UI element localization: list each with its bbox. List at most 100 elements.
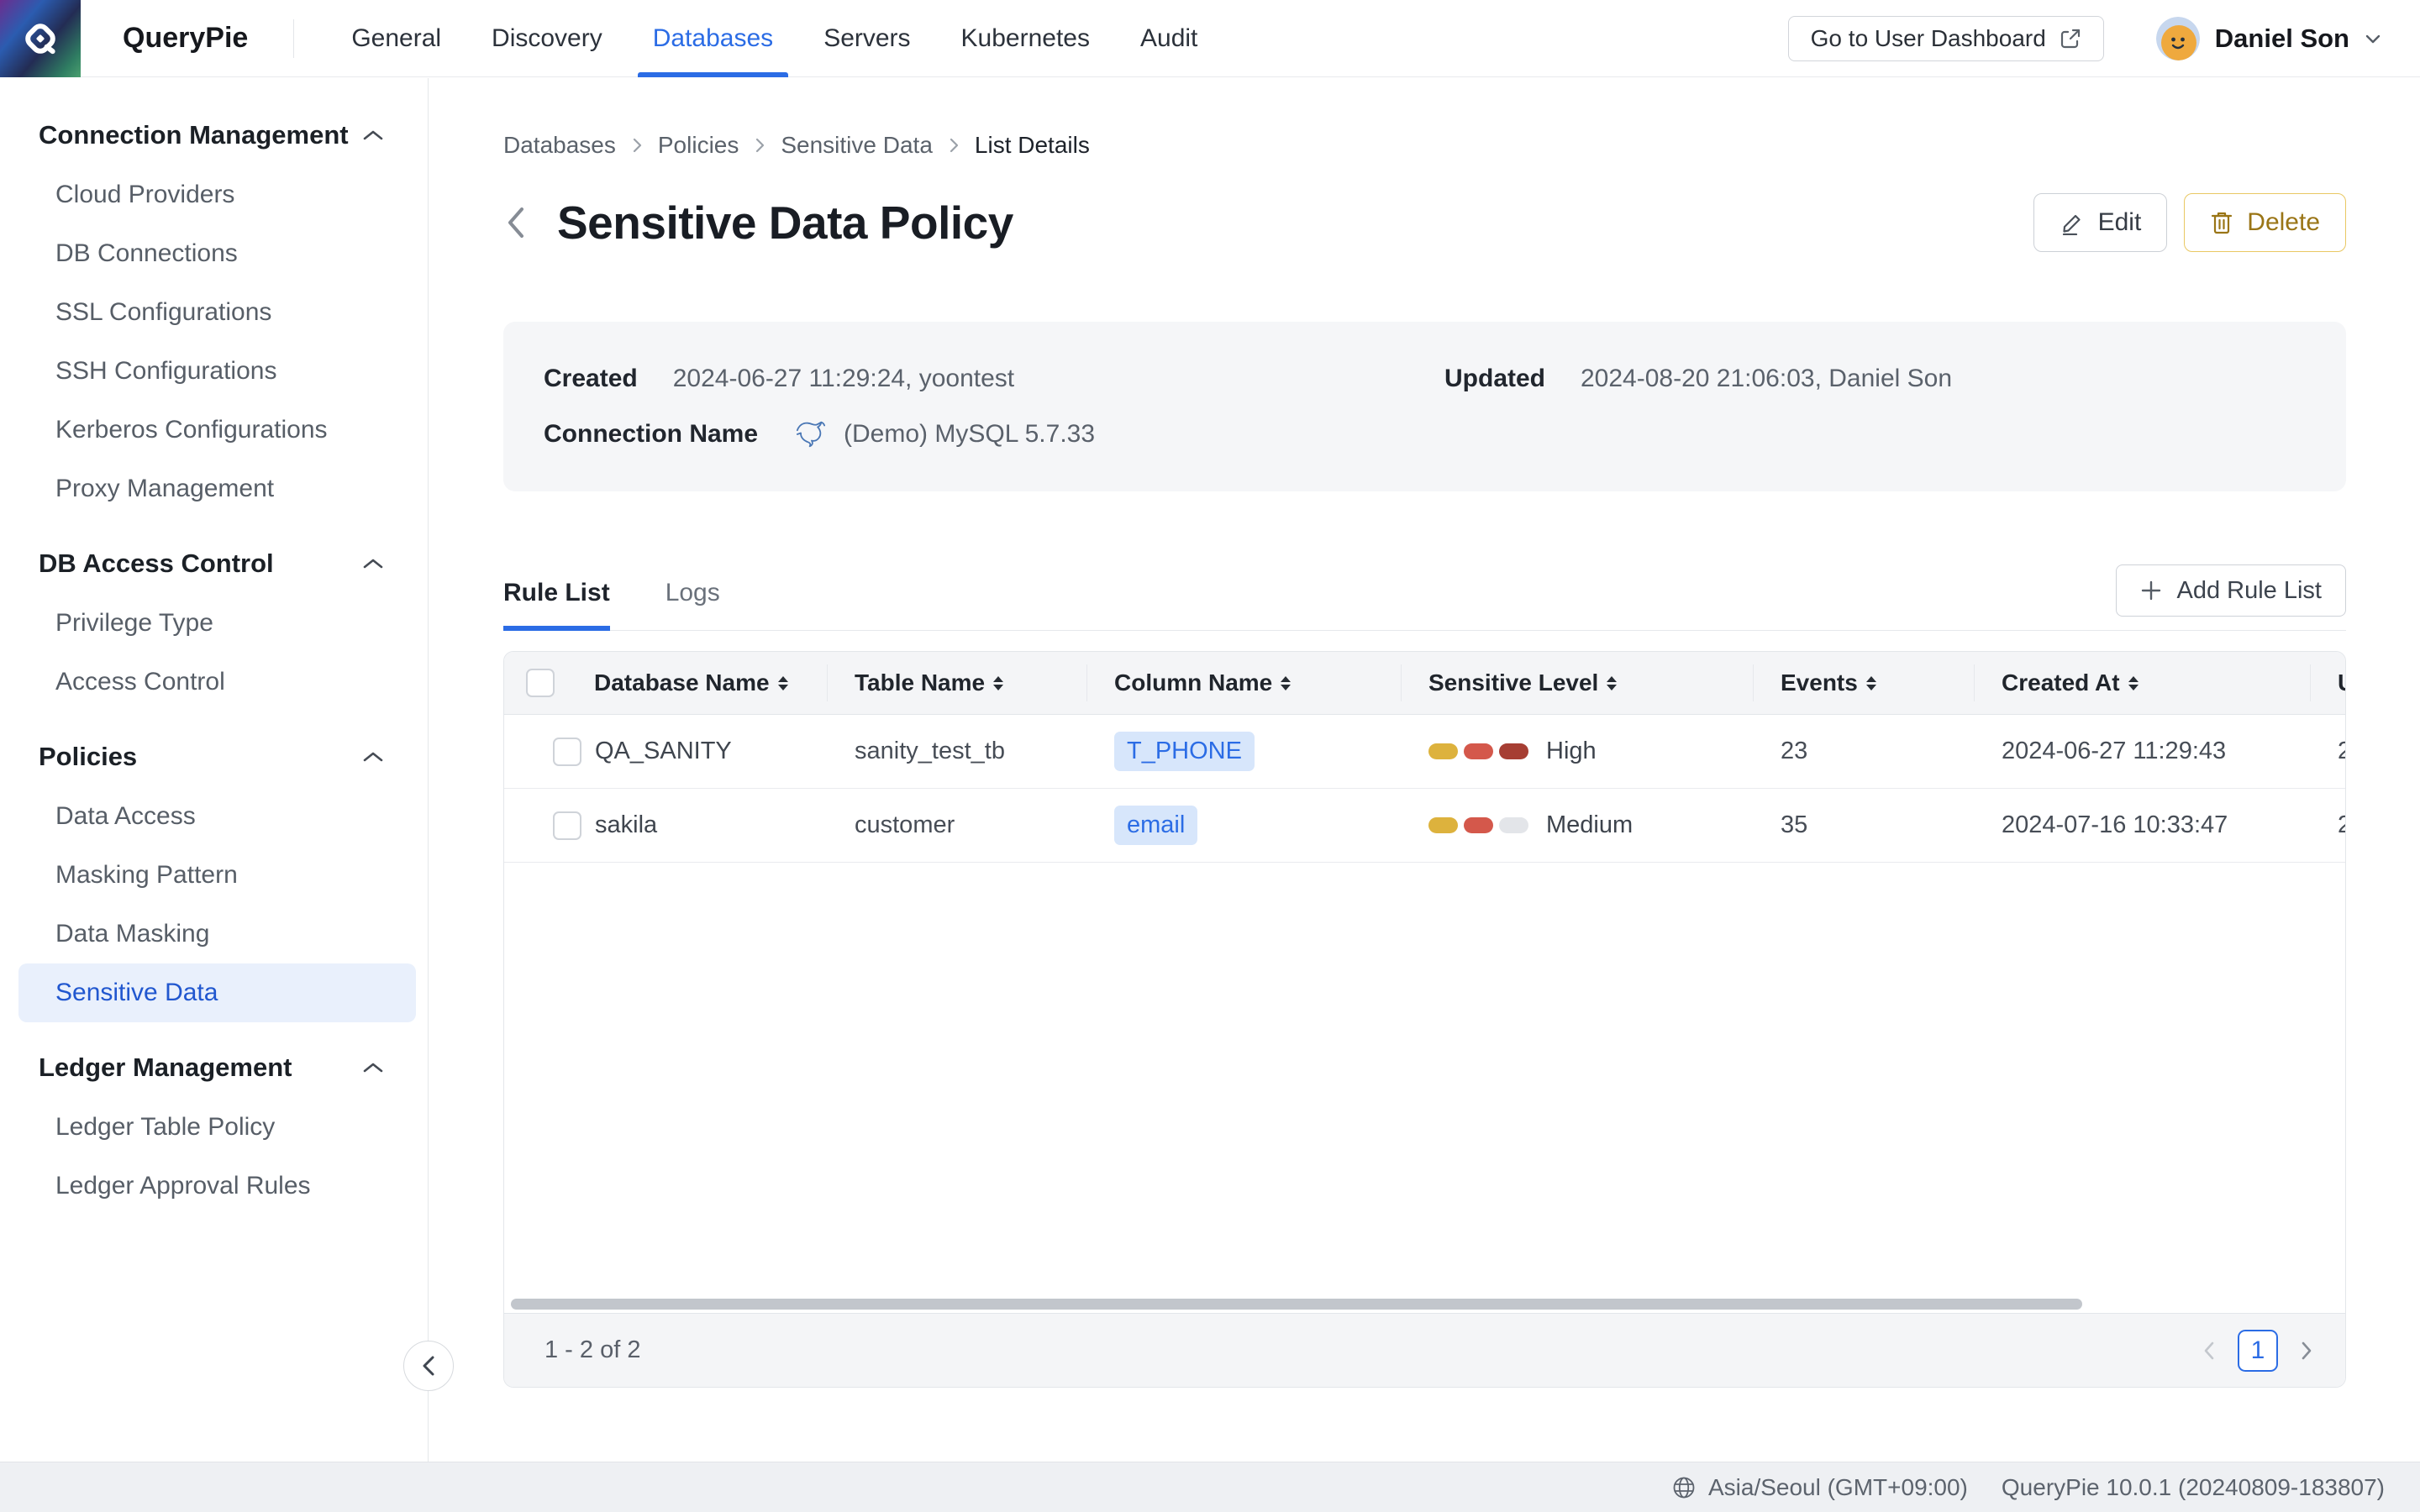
avatar[interactable] [2156,17,2200,60]
table-row[interactable]: sakila customer email Medium 35 2024-07-… [504,789,2345,863]
table-header-row: Database Name Table Name Column Name Sen… [504,652,2345,715]
sidebar-header-policies[interactable]: Policies [0,735,428,779]
sort-icon[interactable] [993,676,1003,690]
column-header-label: Updated At [2338,669,2346,696]
level-label: High [1546,738,1597,765]
nav-discovery[interactable]: Discovery [476,0,618,77]
sort-icon[interactable] [2128,676,2139,690]
querypie-logo[interactable] [0,0,81,77]
cell-created-at: 2024-06-27 11:29:43 [1975,738,2311,765]
cell-database-name: QA_SANITY [581,738,828,765]
next-page-button[interactable] [2300,1340,2313,1362]
sidebar-item-db-connections[interactable]: DB Connections [18,224,416,283]
column-header-table-name[interactable]: Table Name [827,664,1086,701]
topbar-right: Go to User Dashboard Daniel Son [1788,16,2420,61]
column-header-database-name[interactable]: Database Name [581,664,827,701]
horizontal-scrollbar[interactable] [511,1299,2082,1310]
user-name[interactable]: Daniel Son [2215,24,2349,54]
updated-label: Updated [1444,365,1545,393]
created-value: 2024-06-27 11:29:24, yoontest [673,365,1014,393]
sidebar-item-access-control[interactable]: Access Control [18,653,416,711]
column-header-label: Table Name [855,669,985,696]
dashboard-button-label: Go to User Dashboard [1811,25,2046,52]
nav-general[interactable]: General [336,0,456,77]
nav-servers[interactable]: Servers [808,0,925,77]
sidebar-section-policies: Policies Data Access Masking Pattern Dat… [0,735,428,1022]
rule-list-table: Database Name Table Name Column Name Sen… [503,651,2346,1388]
chevron-down-icon[interactable] [2361,27,2385,50]
sort-icon[interactable] [1281,676,1291,690]
select-all-checkbox[interactable] [526,669,555,697]
edit-button-label: Edit [2098,208,2142,237]
column-header-created-at[interactable]: Created At [1974,664,2310,701]
sort-icon[interactable] [1607,676,1617,690]
chevron-up-icon[interactable] [362,557,384,570]
sidebar-item-masking-pattern[interactable]: Masking Pattern [18,846,416,905]
sidebar-section-connection-management: Connection Management Cloud Providers DB… [0,113,428,518]
sidebar-item-ledger-table-policy[interactable]: Ledger Table Policy [18,1098,416,1157]
column-name-tag[interactable]: email [1114,806,1197,845]
connection-name-label: Connection Name [544,420,758,449]
sidebar-item-ssh-configurations[interactable]: SSH Configurations [18,342,416,401]
breadcrumb-policies[interactable]: Policies [658,132,739,159]
delete-button[interactable]: Delete [2184,193,2346,252]
add-rule-list-button[interactable]: Add Rule List [2116,564,2347,617]
chevron-up-icon[interactable] [362,129,384,142]
sidebar-item-privilege-type[interactable]: Privilege Type [18,594,416,653]
column-header-column-name[interactable]: Column Name [1086,664,1401,701]
nav-audit[interactable]: Audit [1125,0,1213,77]
sidebar-item-cloud-providers[interactable]: Cloud Providers [18,165,416,224]
breadcrumb-separator-icon [754,136,765,155]
breadcrumb: Databases Policies Sensitive Data List D… [503,132,2346,159]
sidebar-item-sensitive-data[interactable]: Sensitive Data [18,963,416,1022]
sidebar-header-ledger-management[interactable]: Ledger Management [0,1046,428,1089]
sidebar-item-ssl-configurations[interactable]: SSL Configurations [18,283,416,342]
sidebar-header-db-access-control[interactable]: DB Access Control [0,542,428,585]
level-pill [1428,817,1458,833]
column-header-events[interactable]: Events [1753,664,1974,701]
sort-icon[interactable] [1866,676,1876,690]
column-header-sensitive-level[interactable]: Sensitive Level [1401,664,1753,701]
nav-databases[interactable]: Databases [638,0,788,77]
sidebar-collapse-button[interactable] [403,1341,454,1391]
chevron-up-icon[interactable] [362,750,384,764]
level-pill [1499,743,1528,759]
breadcrumb-separator-icon [948,136,960,155]
cell-sensitive-level: High [1402,738,1754,765]
brand-name: QueryPie [123,22,248,55]
mysql-dolphin-icon [793,418,829,450]
column-header-label: Sensitive Level [1428,669,1598,696]
sort-icon[interactable] [778,676,788,690]
footer-timezone[interactable]: Asia/Seoul (GMT+09:00) [1708,1474,1968,1501]
nav-kubernetes[interactable]: Kubernetes [946,0,1105,77]
prev-page-button[interactable] [2202,1340,2216,1362]
go-to-user-dashboard-button[interactable]: Go to User Dashboard [1788,16,2104,61]
globe-icon [1671,1475,1697,1500]
sidebar-item-proxy-management[interactable]: Proxy Management [18,459,416,518]
back-button[interactable] [503,202,529,243]
tab-rule-list[interactable]: Rule List [503,579,610,631]
row-checkbox[interactable] [553,811,581,840]
page-title: Sensitive Data Policy [557,196,1013,249]
created-label: Created [544,365,638,393]
sidebar-item-data-access[interactable]: Data Access [18,787,416,846]
sidebar-item-data-masking[interactable]: Data Masking [18,905,416,963]
main-content: Databases Policies Sensitive Data List D… [429,78,2420,1462]
row-checkbox[interactable] [553,738,581,766]
section-title: Connection Management [39,120,349,150]
sidebar-item-ledger-approval-rules[interactable]: Ledger Approval Rules [18,1157,416,1215]
column-header-label: Database Name [594,669,770,696]
tab-logs[interactable]: Logs [666,579,720,631]
sidebar-header-connection-management[interactable]: Connection Management [0,113,428,157]
sidebar-item-kerberos-configurations[interactable]: Kerberos Configurations [18,401,416,459]
page-number-button[interactable]: 1 [2238,1330,2278,1372]
edit-button[interactable]: Edit [2033,193,2168,252]
level-pill [1464,817,1493,833]
table-row[interactable]: QA_SANITY sanity_test_tb T_PHONE High 23… [504,715,2345,789]
column-header-updated-at[interactable]: Updated At [2310,664,2346,701]
title-actions: Edit Delete [2033,193,2346,252]
chevron-up-icon[interactable] [362,1061,384,1074]
breadcrumb-databases[interactable]: Databases [503,132,616,159]
breadcrumb-sensitive-data[interactable]: Sensitive Data [781,132,933,159]
column-name-tag[interactable]: T_PHONE [1114,732,1255,771]
